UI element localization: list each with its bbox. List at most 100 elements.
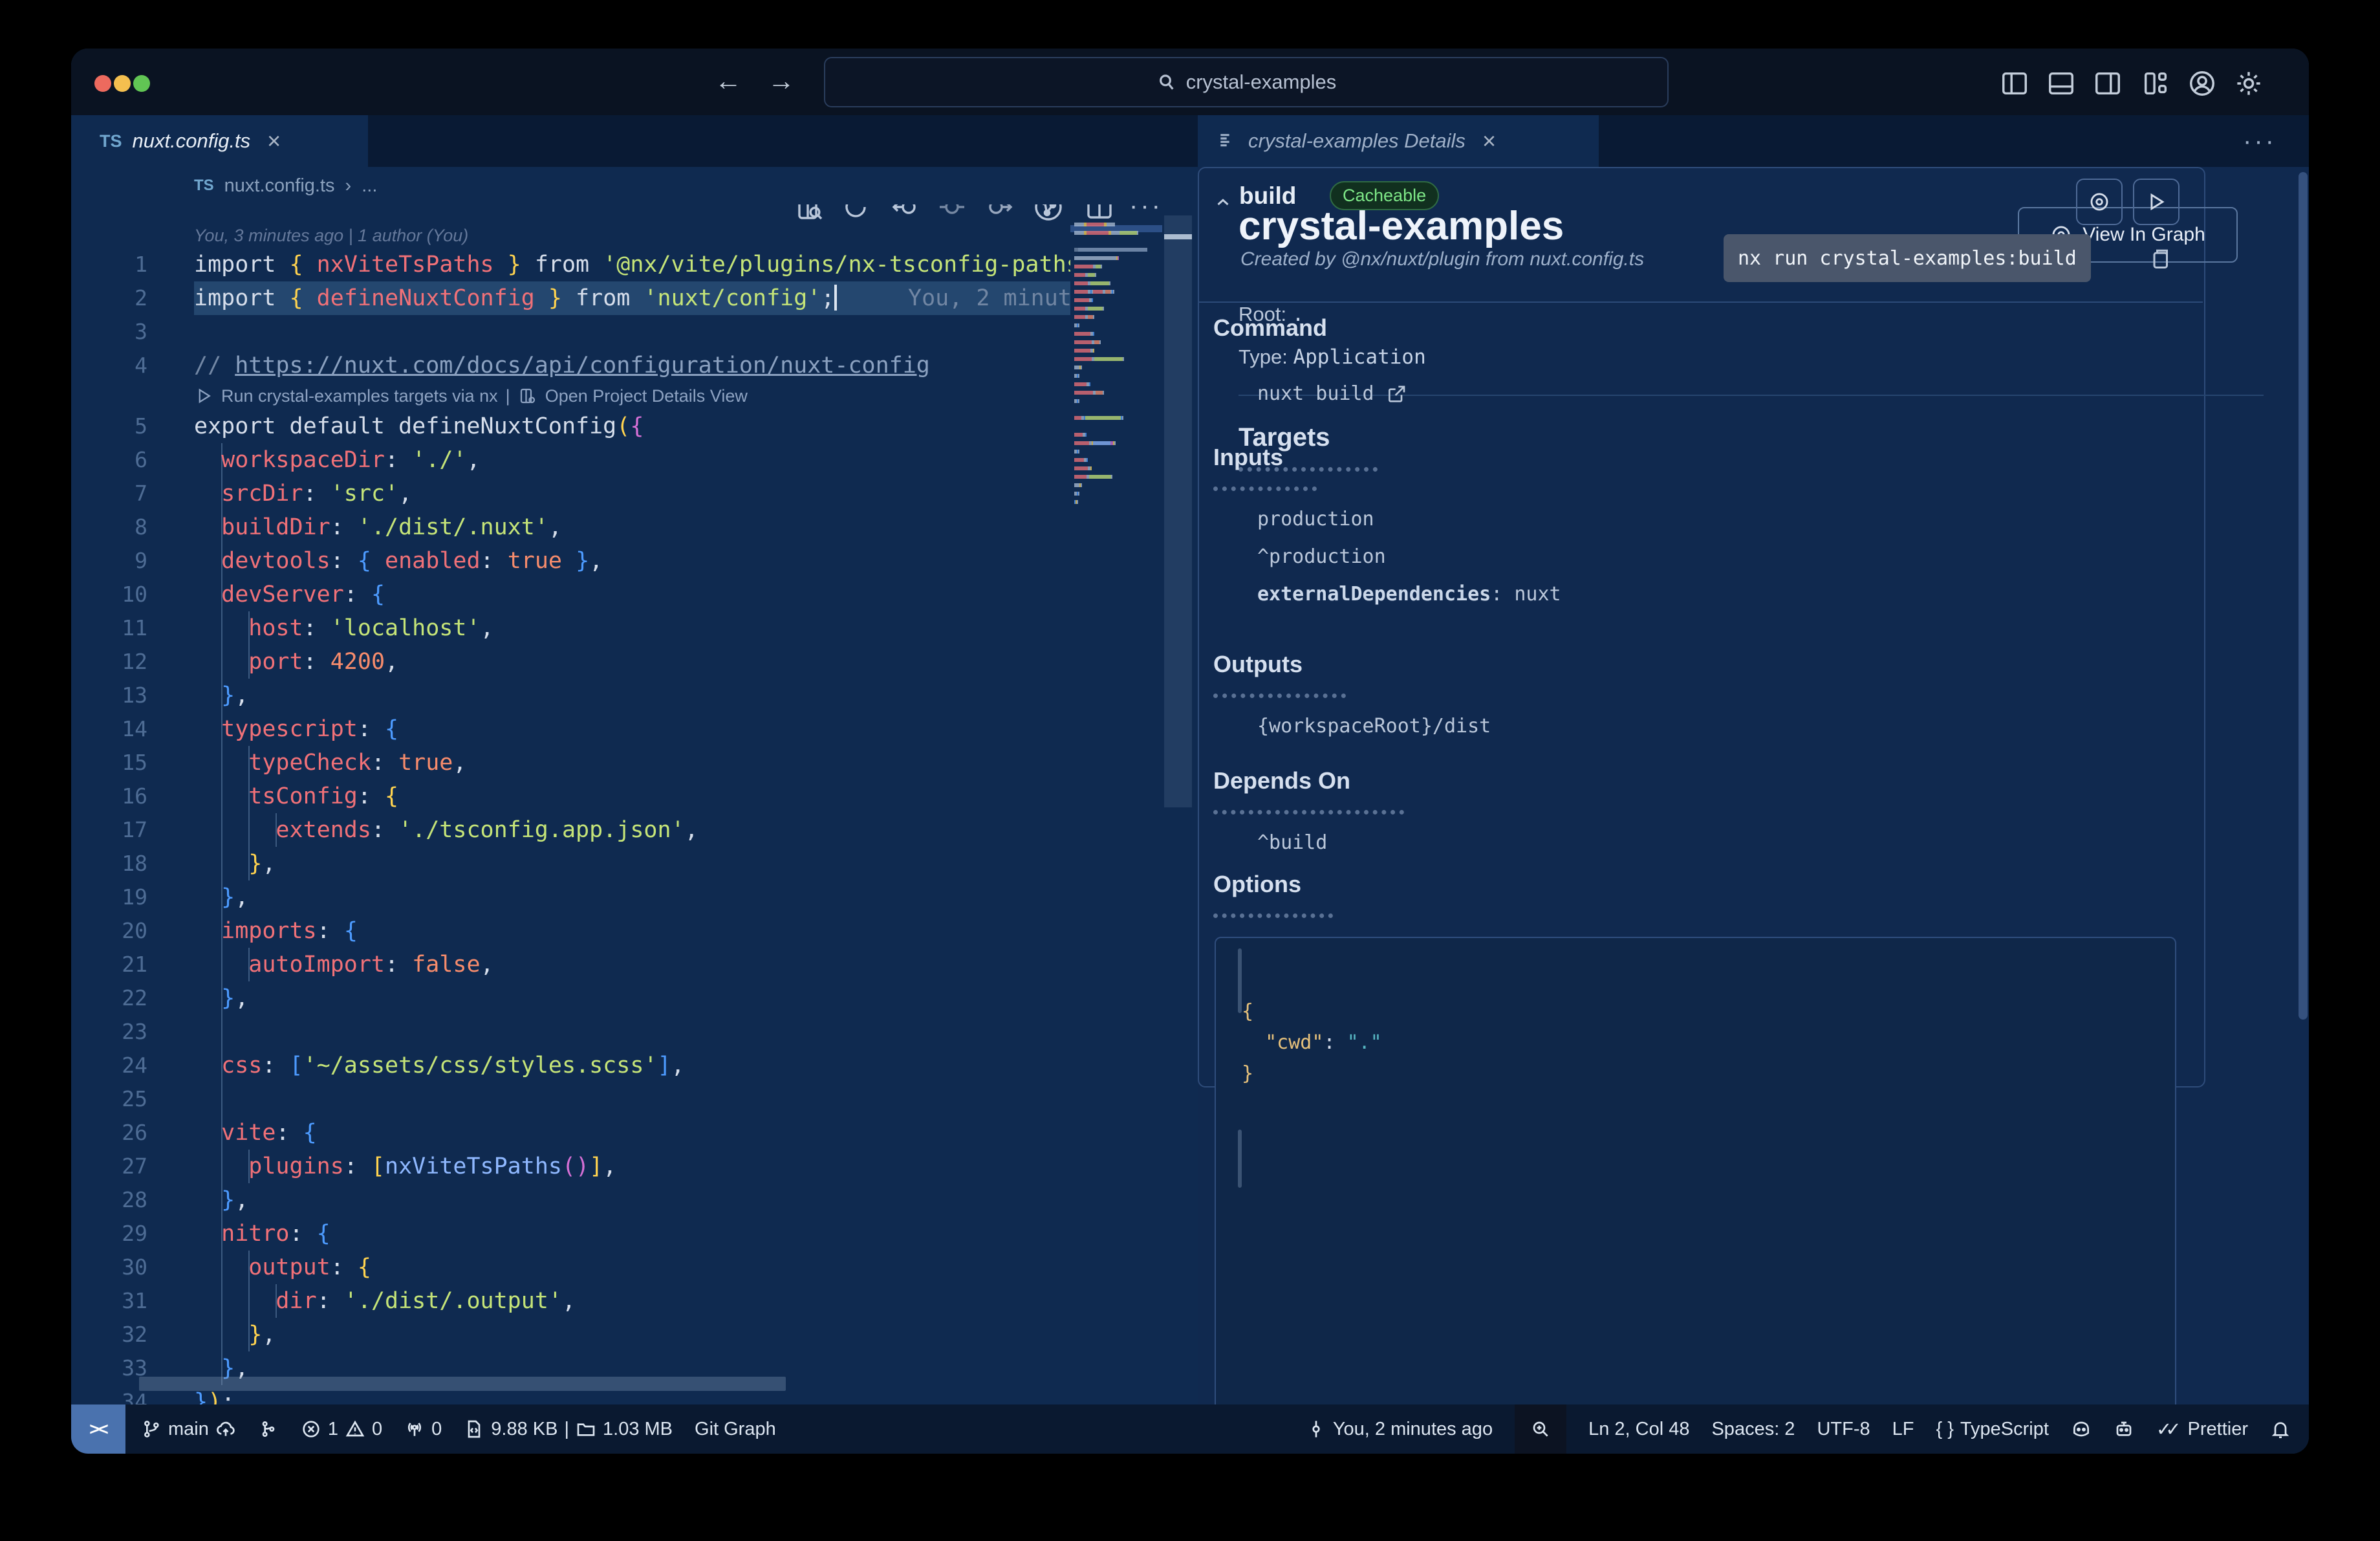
open-details-icon[interactable]	[518, 386, 537, 406]
minimap-line	[1070, 277, 1162, 285]
horizontal-scrollbar-thumb[interactable]	[139, 1377, 786, 1391]
dotted-underline	[1213, 485, 1317, 491]
language-item[interactable]: { } TypeScript	[1936, 1419, 2048, 1440]
collapse-chevron-icon[interactable]	[1213, 193, 1233, 212]
file-size-item[interactable]: 9.88 KB | 1.03 MB	[464, 1419, 673, 1440]
bell-icon[interactable]	[2270, 1419, 2291, 1439]
minimap-line	[1070, 462, 1162, 470]
line-content: devServer: {	[194, 578, 1070, 611]
line-content: dir: './dist/.output',	[194, 1284, 1070, 1318]
minimap-line	[1070, 319, 1162, 327]
minimap[interactable]	[1070, 218, 1162, 504]
type-value: Application	[1293, 345, 1426, 369]
line-number: 10	[122, 582, 147, 607]
line-content	[194, 315, 1070, 349]
breadcrumb-file[interactable]: nuxt.config.ts	[224, 175, 335, 197]
line-content: host: 'localhost',	[194, 611, 1070, 645]
prettier-item[interactable]: ✓✓ Prettier	[2156, 1418, 2248, 1441]
type-line: Type: Application	[1239, 345, 1426, 369]
zoom-item[interactable]	[1515, 1404, 1567, 1454]
ports-item[interactable]: 0	[404, 1419, 442, 1440]
close-tab-icon[interactable]: ×	[267, 127, 281, 155]
code-line: 24 css: ['~/assets/css/styles.scss'],	[71, 1049, 1070, 1082]
play-icon[interactable]	[194, 386, 213, 406]
toggle-panel-icon[interactable]	[2046, 69, 2076, 98]
language-label: TypeScript	[1960, 1418, 2049, 1439]
copilot-icon[interactable]	[2071, 1419, 2092, 1439]
run-target-button[interactable]	[2133, 179, 2180, 225]
minimap-line	[1070, 487, 1162, 496]
code-line: 12 port: 4200,	[71, 645, 1070, 679]
cursor-position-item[interactable]: Ln 2, Col 48	[1588, 1419, 1689, 1440]
blame-item[interactable]: You, 2 minutes ago	[1306, 1419, 1493, 1440]
options-heading: Options	[1213, 871, 1301, 897]
minimap-line	[1070, 437, 1162, 445]
indentation-item[interactable]: Spaces: 2	[1711, 1419, 1795, 1440]
code-line: 18 },	[71, 847, 1070, 880]
line-number: 21	[122, 952, 147, 977]
line-content: devtools: { enabled: true },	[194, 544, 1070, 578]
codelens-run[interactable]: Run crystal-examples targets via nx	[221, 382, 498, 410]
command-center-search[interactable]: crystal-examples	[824, 57, 1669, 107]
close-traffic-light[interactable]	[94, 75, 111, 92]
warning-count: 0	[372, 1418, 383, 1439]
options-json-box[interactable]: { "cwd": "."}	[1215, 937, 2176, 1404]
problems-item[interactable]: 1 0	[301, 1419, 382, 1440]
target-name[interactable]: build	[1239, 182, 1296, 210]
minimap-line	[1070, 294, 1162, 302]
nx-run-command-chip[interactable]: nx run crystal-examples:build	[1724, 234, 2091, 282]
customize-layout-icon[interactable]	[2141, 69, 2170, 98]
forward-icon[interactable]: →	[768, 65, 821, 96]
line-number: 32	[122, 1322, 147, 1347]
line-number: 6	[135, 447, 147, 472]
code-line: 5 export default defineNuxtConfig({	[71, 410, 1070, 443]
view-target-button[interactable]	[2076, 179, 2123, 225]
line-number: 9	[135, 548, 147, 573]
copy-icon[interactable]	[2148, 246, 2172, 272]
toggle-secondary-sidebar-icon[interactable]	[2093, 69, 2123, 98]
code-line: 7 srcDir: 'src',	[71, 477, 1070, 510]
settings-gear-icon[interactable]	[2234, 69, 2264, 98]
code-line: 32 },	[71, 1318, 1070, 1351]
code-line: 28 },	[71, 1183, 1070, 1217]
outputs-heading: Outputs	[1213, 651, 1303, 677]
line-number: 31	[122, 1288, 147, 1313]
code-line: 10 devServer: {	[71, 578, 1070, 611]
eye-icon	[2090, 193, 2108, 211]
encoding-item[interactable]: UTF-8	[1817, 1419, 1870, 1440]
robot-icon[interactable]	[2114, 1419, 2134, 1439]
code-line: 27 plugins: [nxViteTsPaths()],	[71, 1150, 1070, 1183]
tab-project-details[interactable]: crystal-examples Details ×	[1198, 115, 1599, 167]
panel-more-actions-icon[interactable]: ···	[2243, 127, 2277, 156]
list-item: ^build	[1257, 831, 1328, 854]
depends-on-list: ^build	[1257, 824, 1327, 862]
editor-scrollbar[interactable]	[1164, 167, 1192, 1404]
minimize-traffic-light[interactable]	[114, 75, 131, 92]
minimap-line	[1070, 218, 1162, 226]
remote-indicator[interactable]: ><	[71, 1404, 125, 1454]
account-icon[interactable]	[2187, 69, 2217, 98]
blame-text: You, 2 minutes ago	[1332, 1418, 1493, 1439]
panel-scrollbar-thumb[interactable]	[2299, 172, 2308, 1020]
branch-item[interactable]: main	[141, 1419, 236, 1440]
publish-cloud-icon	[216, 1421, 235, 1436]
line-number: 22	[122, 985, 147, 1011]
eol-item[interactable]: LF	[1892, 1419, 1914, 1440]
commit-graph-icon[interactable]	[258, 1419, 279, 1439]
scrollbar-thumb[interactable]	[1164, 215, 1192, 807]
git-graph-item[interactable]: Git Graph	[695, 1419, 776, 1440]
external-link-icon[interactable]	[1386, 384, 1407, 404]
breadcrumb-symbol[interactable]: ...	[362, 175, 377, 197]
line-content: },	[194, 880, 1070, 914]
back-icon[interactable]: ←	[715, 65, 768, 96]
close-tab-icon[interactable]: ×	[1482, 127, 1496, 155]
maximize-traffic-light[interactable]	[133, 75, 150, 92]
code-line: 14 typescript: {	[71, 712, 1070, 746]
tab-nuxt-config[interactable]: TS nuxt.config.ts ×	[71, 115, 368, 167]
code-editor[interactable]: You, 3 minutes ago | 1 author (You) 1 impo…	[71, 223, 1070, 1419]
codelens-open[interactable]: Open Project Details View	[545, 382, 748, 410]
blame-row: You, 3 minutes ago | 1 author (You)	[71, 223, 1070, 248]
toggle-primary-sidebar-icon[interactable]	[2000, 69, 2029, 98]
minimap-line	[1070, 302, 1162, 311]
breadcrumb[interactable]: TS nuxt.config.ts › ...	[71, 167, 1198, 204]
